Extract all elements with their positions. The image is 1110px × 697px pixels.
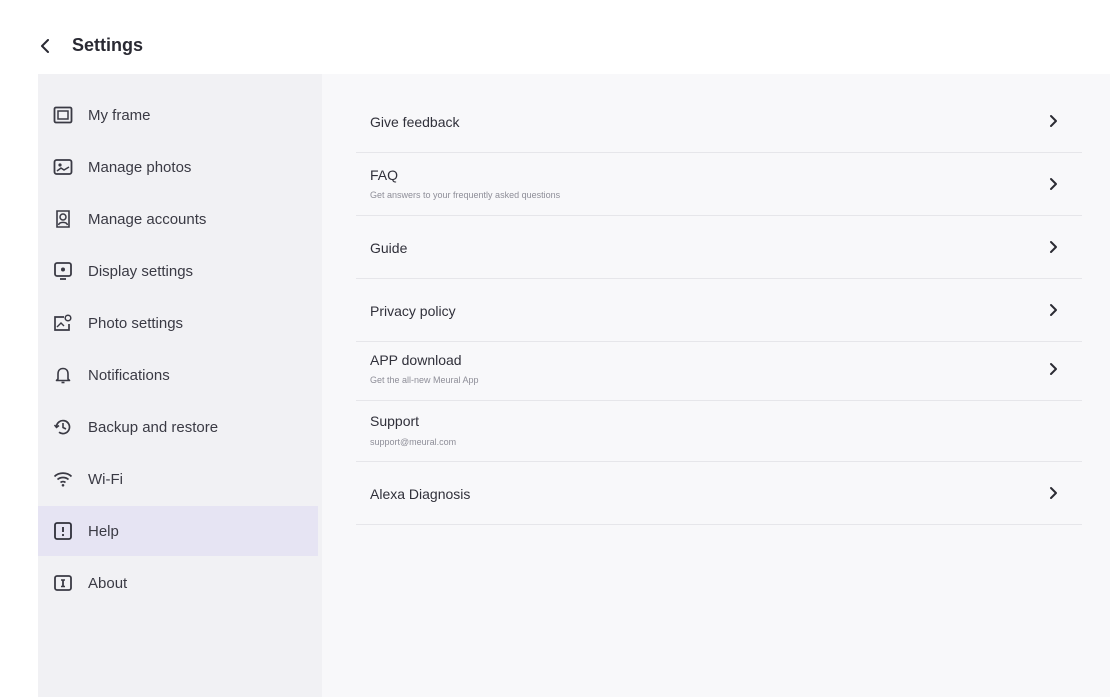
chevron-right-icon: [1046, 362, 1060, 376]
list-item-app-download[interactable]: APP download Get the all-new Meural App: [356, 342, 1082, 401]
help-content-panel: Give feedback FAQ Get answers to your fr…: [322, 74, 1110, 697]
sidebar-item-label: About: [88, 574, 128, 592]
sidebar-item-label: Backup and restore: [88, 418, 219, 436]
sidebar-item-about[interactable]: About: [38, 558, 318, 608]
list-item-title: APP download: [370, 352, 462, 368]
photos-icon: [52, 156, 74, 178]
accounts-icon: [52, 208, 74, 230]
sidebar-item-help[interactable]: Help: [38, 506, 318, 556]
backup-icon: [52, 416, 74, 438]
sidebar-item-label: Notifications: [88, 366, 170, 384]
list-item-guide[interactable]: Guide: [356, 216, 1082, 279]
sidebar-item-label: Wi-Fi: [88, 470, 123, 488]
sidebar-item-manage-photos[interactable]: Manage photos: [38, 142, 318, 192]
list-item-faq[interactable]: FAQ Get answers to your frequently asked…: [356, 153, 1082, 216]
sidebar-item-notifications[interactable]: Notifications: [38, 350, 318, 400]
frame-icon: [52, 104, 74, 126]
sidebar-item-label: Manage photos: [88, 158, 192, 176]
list-item-title: Alexa Diagnosis: [370, 486, 471, 502]
sidebar-item-display-settings[interactable]: Display settings: [38, 246, 318, 296]
sidebar-item-label: Photo settings: [88, 314, 184, 332]
sidebar-item-photo-settings[interactable]: Photo settings: [38, 298, 318, 348]
info-icon: [52, 572, 74, 594]
list-item-title: Give feedback: [370, 114, 460, 130]
sidebar-item-label: My frame: [88, 106, 151, 124]
list-item-subtitle: Get answers to your frequently asked que…: [370, 190, 561, 200]
page-title: Settings: [72, 35, 144, 55]
display-icon: [52, 260, 74, 282]
header-bar: Settings: [0, 0, 1110, 72]
wifi-icon: [52, 468, 74, 490]
sidebar: My frame Manage photos Manage accounts D…: [38, 74, 322, 697]
sidebar-item-wifi[interactable]: Wi-Fi: [38, 454, 318, 504]
list-item-privacy-policy[interactable]: Privacy policy: [356, 279, 1082, 342]
list-item-alexa-diagnosis[interactable]: Alexa Diagnosis: [356, 462, 1082, 525]
list-item-title: Support: [370, 413, 420, 429]
photo-settings-icon: [52, 312, 74, 334]
chevron-right-icon: [1046, 240, 1060, 254]
chevron-right-icon: [1046, 303, 1060, 317]
bell-icon: [52, 364, 74, 386]
sidebar-item-my-frame[interactable]: My frame: [38, 90, 318, 140]
sidebar-item-label: Help: [88, 522, 119, 540]
list-item-subtitle: Get the all-new Meural App: [370, 375, 479, 385]
list-item-title: Privacy policy: [370, 303, 456, 319]
back-button[interactable]: [34, 34, 58, 58]
chevron-left-icon: [40, 39, 52, 53]
chevron-right-icon: [1046, 114, 1060, 128]
list-item-support: Support support@meural.com: [356, 401, 1082, 462]
sidebar-item-label: Manage accounts: [88, 210, 207, 228]
list-item-give-feedback[interactable]: Give feedback: [356, 90, 1082, 153]
chevron-right-icon: [1046, 486, 1060, 500]
sidebar-item-manage-accounts[interactable]: Manage accounts: [38, 194, 318, 244]
sidebar-item-label: Display settings: [88, 262, 194, 280]
list-item-title: Guide: [370, 240, 408, 256]
list-item-subtitle: support@meural.com: [370, 437, 457, 447]
chevron-right-icon: [1046, 177, 1060, 191]
sidebar-item-backup-restore[interactable]: Backup and restore: [38, 402, 318, 452]
help-icon: [52, 520, 74, 542]
list-item-title: FAQ: [370, 167, 399, 183]
